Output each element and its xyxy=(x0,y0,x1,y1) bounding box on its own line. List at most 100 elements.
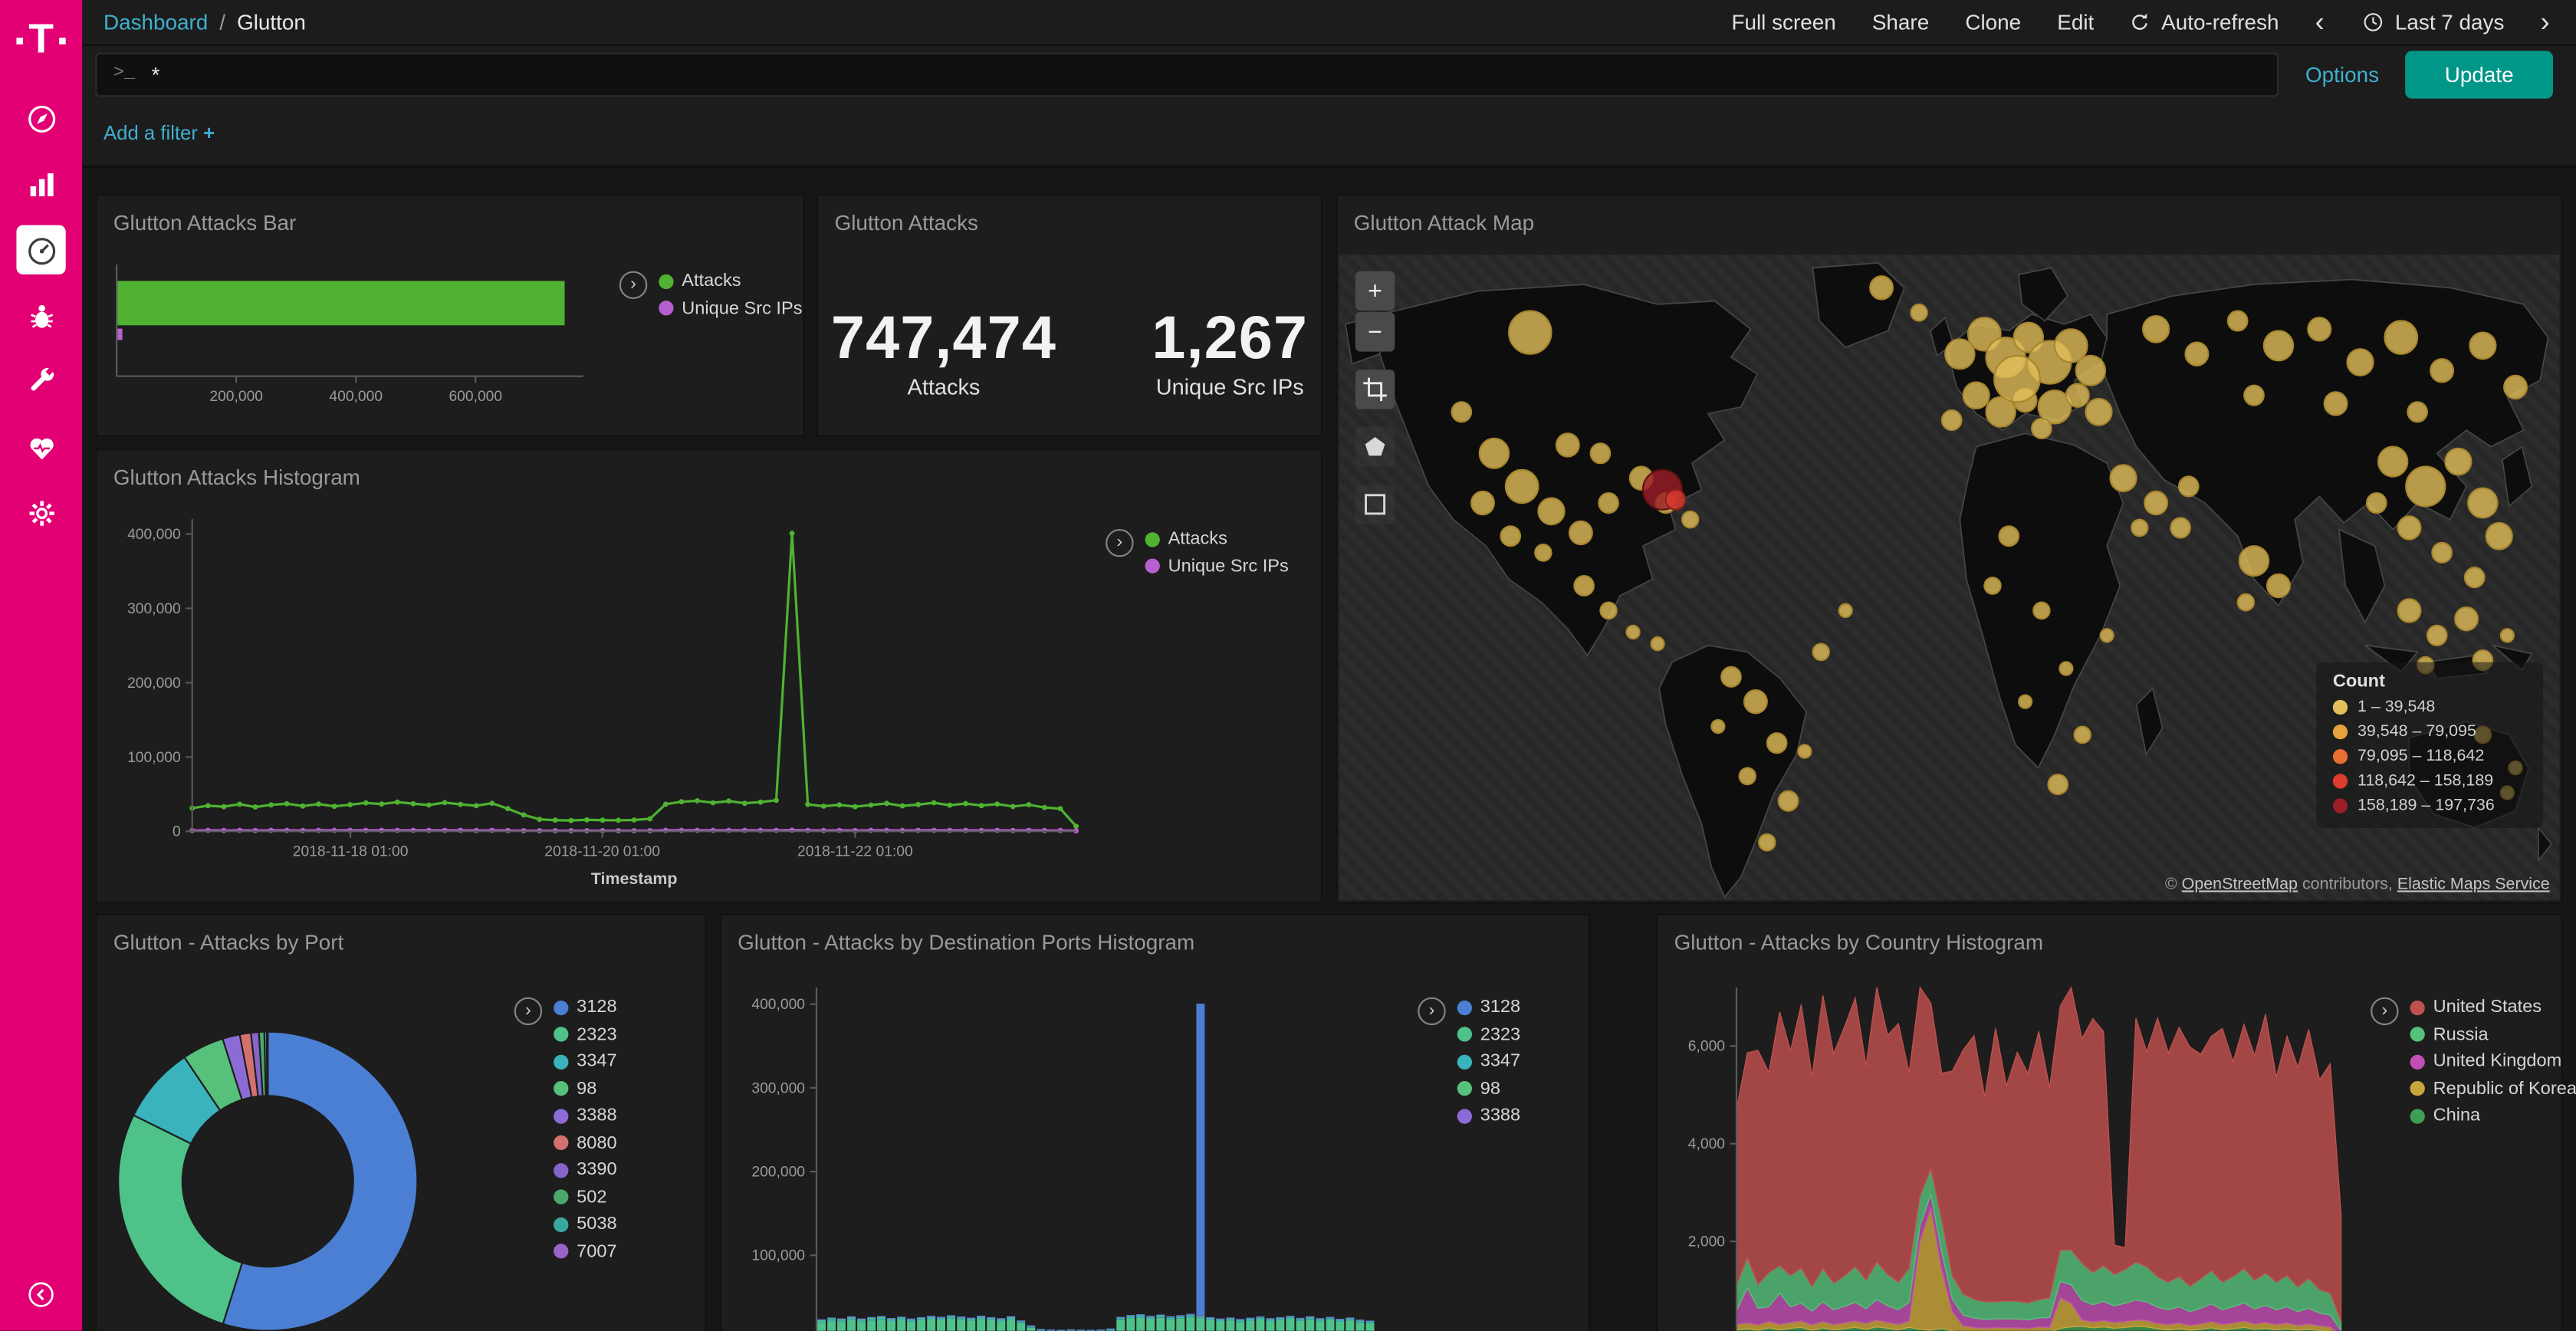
legend-item[interactable]: 7007 xyxy=(554,1241,616,1261)
dashboard-grid: Glutton Attacks Bar 200,000400,000600,00… xyxy=(82,171,2576,1331)
legend-item[interactable]: Attacks xyxy=(659,271,802,291)
legend-item[interactable]: Republic of Korea xyxy=(2410,1079,2576,1099)
legend-toggle-icon[interactable]: › xyxy=(514,997,542,1025)
panel-title[interactable]: Glutton - Attacks by Port xyxy=(113,930,688,955)
legend-item[interactable]: 3128 xyxy=(554,997,616,1017)
legend-item[interactable]: 8080 xyxy=(554,1133,616,1153)
menu-item-full-screen[interactable]: Full screen xyxy=(1731,10,1835,35)
legend-item[interactable]: Unique Src IPs xyxy=(659,298,802,318)
sidebar-item-monitoring[interactable] xyxy=(16,422,65,472)
legend-item[interactable]: China xyxy=(2410,1106,2576,1126)
sidebar-item-visualize[interactable] xyxy=(16,159,65,209)
legend-item[interactable]: 502 xyxy=(554,1187,616,1207)
svg-text:200,000: 200,000 xyxy=(127,675,181,692)
legend-label: 3390 xyxy=(577,1160,616,1180)
attacks-histogram-chart[interactable]: 0100,000200,000300,000400,0002018-11-18 … xyxy=(107,506,1092,897)
breadcrumb-dashboard-link[interactable]: Dashboard xyxy=(104,10,208,35)
legend-dot-icon xyxy=(2410,1027,2425,1041)
legend-dot-icon xyxy=(2410,1108,2425,1122)
breadcrumb: Dashboard / Glutton xyxy=(104,10,306,35)
panel-glutton-attacks-histogram: Glutton Attacks Histogram 0100,000200,00… xyxy=(95,449,1322,904)
auto-refresh-button[interactable]: Auto-refresh xyxy=(2127,10,2279,35)
legend-label: 39,548 – 79,095 xyxy=(2358,723,2476,741)
map-legend-items: 1 – 39,54839,548 – 79,09579,095 – 118,64… xyxy=(2333,698,2527,815)
ems-link[interactable]: Elastic Maps Service xyxy=(2397,876,2550,894)
legend-item[interactable]: 98 xyxy=(554,1079,616,1099)
panel-title[interactable]: Glutton - Attacks by Country Histogram xyxy=(1674,930,2545,955)
legend-item[interactable]: Attacks xyxy=(1145,529,1289,549)
legend-toggle-icon[interactable]: › xyxy=(2371,997,2398,1025)
svg-text:100,000: 100,000 xyxy=(751,1248,805,1264)
options-link[interactable]: Options xyxy=(2305,61,2379,86)
legend-toggle-icon[interactable]: › xyxy=(1418,997,1445,1025)
legend-item[interactable]: 3347 xyxy=(1457,1051,1520,1071)
legend-dot-icon xyxy=(554,1027,568,1041)
attacks-bar-chart[interactable]: 200,000400,000600,000 xyxy=(110,255,606,426)
legend-item[interactable]: 3388 xyxy=(554,1106,616,1126)
svg-text:200,000: 200,000 xyxy=(209,389,263,405)
breadcrumb-separator: / xyxy=(219,10,225,35)
legend-dot-icon xyxy=(554,1000,568,1014)
map-legend-item: 1 – 39,548 xyxy=(2333,698,2527,717)
panel-title[interactable]: Glutton Attacks xyxy=(835,210,1305,235)
panel-title[interactable]: Glutton Attack Map xyxy=(1354,210,2545,235)
dest-ports-histogram-chart[interactable]: 0100,000200,000300,000400,0002018-11-18 … xyxy=(731,974,1401,1331)
svg-text:100,000: 100,000 xyxy=(127,750,181,766)
sidebar-item-discover[interactable] xyxy=(16,94,65,143)
auto-refresh-label: Auto-refresh xyxy=(2161,10,2279,35)
sidebar-collapse[interactable] xyxy=(0,1278,82,1311)
tmobile-logo[interactable]: T xyxy=(8,16,74,64)
legend-item[interactable]: 5038 xyxy=(554,1214,616,1234)
sidebar-item-dev-tools[interactable] xyxy=(16,357,65,406)
svg-text:200,000: 200,000 xyxy=(751,1164,805,1180)
legend-toggle-icon[interactable]: › xyxy=(1106,529,1133,557)
zoom-out-button[interactable]: − xyxy=(1355,312,1395,351)
legend-item[interactable]: United Kingdom xyxy=(2410,1051,2576,1071)
time-back-button[interactable]: ‹ xyxy=(2312,8,2328,36)
legend-item[interactable]: 3388 xyxy=(1457,1106,1520,1126)
legend-item[interactable]: 3347 xyxy=(554,1051,616,1071)
panel-title[interactable]: Glutton Attacks Bar xyxy=(113,210,787,235)
metric-label: Unique Src IPs xyxy=(1152,375,1308,399)
country-histogram-chart[interactable]: 02,0004,0006,0002018-11-18 01:002018-11-… xyxy=(1668,974,2358,1331)
sidebar-item-apm[interactable] xyxy=(16,291,65,340)
menu-item-edit[interactable]: Edit xyxy=(2057,10,2094,35)
unique-src-ips-metric: 1,267 Unique Src IPs xyxy=(1152,304,1308,399)
panel-title[interactable]: Glutton - Attacks by Destination Ports H… xyxy=(738,930,1572,955)
sidebar-item-dashboard[interactable] xyxy=(16,225,65,274)
attack-map[interactable]: + − Count 1 – 39,54839,548 – 79,09579,09… xyxy=(1339,255,2559,900)
polygon-tool-button[interactable] xyxy=(1355,427,1395,466)
zoom-in-button[interactable]: + xyxy=(1355,271,1395,311)
legend-toggle-icon[interactable]: › xyxy=(619,271,647,299)
legend-dot-icon xyxy=(554,1244,568,1258)
legend-dot-icon xyxy=(1145,531,1160,546)
update-button[interactable]: Update xyxy=(2405,50,2553,97)
sidebar-item-management[interactable] xyxy=(16,488,65,537)
add-filter-link[interactable]: Add a filter + xyxy=(104,122,215,145)
timepicker-button[interactable]: Last 7 days xyxy=(2361,10,2505,35)
legend-item[interactable]: United States xyxy=(2410,997,2576,1017)
legend-dot-icon xyxy=(2410,1054,2425,1069)
panel-dest-ports-histogram: Glutton - Attacks by Destination Ports H… xyxy=(720,913,1591,1330)
time-forward-button[interactable]: › xyxy=(2537,8,2553,36)
map-attribution: © OpenStreetMap contributors, Elastic Ma… xyxy=(2165,876,2550,894)
metric-group: 747,474 Attacks 1,267 Unique Src IPs xyxy=(818,304,1321,399)
legend-item[interactable]: 98 xyxy=(1457,1079,1520,1099)
legend-item[interactable]: 2323 xyxy=(554,1024,616,1044)
legend-item[interactable]: 3128 xyxy=(1457,997,1520,1017)
crop-tool-button[interactable] xyxy=(1355,370,1395,409)
menu-item-clone[interactable]: Clone xyxy=(1965,10,2021,35)
panel-title[interactable]: Glutton Attacks Histogram xyxy=(113,465,1305,489)
osm-link[interactable]: OpenStreetMap xyxy=(2182,876,2298,894)
legend-item[interactable]: 3390 xyxy=(554,1160,616,1180)
legend-dot-icon xyxy=(1457,1054,1472,1069)
menu-item-share[interactable]: Share xyxy=(1872,10,1929,35)
legend-item[interactable]: Unique Src IPs xyxy=(1145,556,1289,576)
rectangle-tool-button[interactable] xyxy=(1355,485,1395,524)
map-controls: + − xyxy=(1355,271,1395,524)
legend-item[interactable]: Russia xyxy=(2410,1024,2576,1044)
legend-item[interactable]: 2323 xyxy=(1457,1024,1520,1044)
query-input[interactable]: >_ * xyxy=(95,52,2279,97)
attacks-by-port-chart[interactable] xyxy=(104,981,498,1330)
legend-dot-icon xyxy=(554,1189,568,1204)
